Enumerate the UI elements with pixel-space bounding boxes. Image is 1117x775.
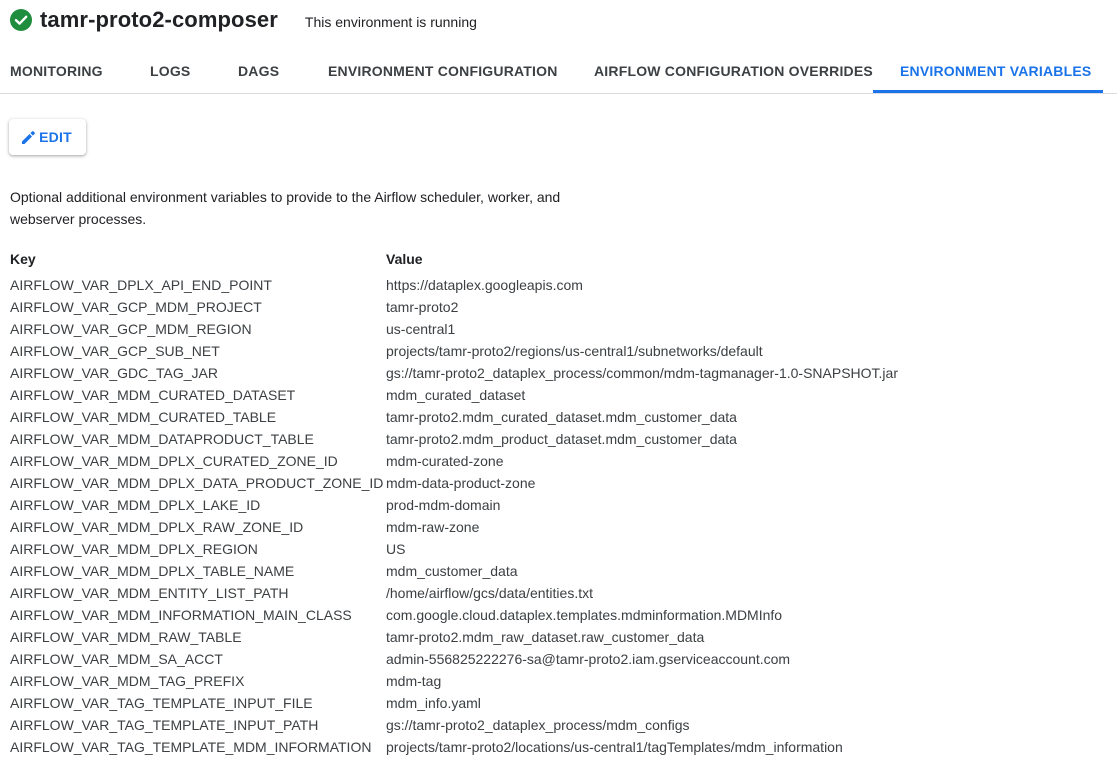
environment-title: tamr-proto2-composer: [40, 7, 278, 32]
active-tab-indicator: [873, 90, 1103, 93]
table-row: AIRFLOW_VAR_TAG_TEMPLATE_MDM_INFORMATION…: [10, 736, 1110, 758]
variable-value: prod-mdm-domain: [386, 497, 501, 513]
variable-value: us-central1: [386, 321, 456, 337]
variable-key: AIRFLOW_VAR_GCP_MDM_PROJECT: [10, 299, 262, 315]
table-row: AIRFLOW_VAR_MDM_TAG_PREFIX mdm-tag: [10, 670, 1110, 692]
variable-key: AIRFLOW_VAR_DPLX_API_END_POINT: [10, 277, 272, 293]
tab-environment-configuration[interactable]: ENVIRONMENT CONFIGURATION: [328, 50, 558, 93]
variable-value: /home/airflow/gcs/data/entities.txt: [386, 585, 593, 601]
pencil-icon: [21, 130, 36, 145]
table-row: AIRFLOW_VAR_MDM_DPLX_CURATED_ZONE_ID mdm-…: [10, 450, 1110, 472]
variable-key: AIRFLOW_VAR_MDM_ENTITY_LIST_PATH: [10, 585, 289, 601]
table-body: AIRFLOW_VAR_DPLX_API_END_POINT https://da…: [10, 274, 1110, 758]
tab-airflow-configuration-overrides[interactable]: AIRFLOW CONFIGURATION OVERRIDES: [594, 50, 873, 93]
variable-key: AIRFLOW_VAR_MDM_INFORMATION_MAIN_CLASS: [10, 607, 352, 623]
variable-key: AIRFLOW_VAR_TAG_TEMPLATE_INPUT_PATH: [10, 717, 319, 733]
variable-value: com.google.cloud.dataplex.templates.mdmi…: [386, 607, 783, 623]
variable-key: AIRFLOW_VAR_MDM_CURATED_DATASET: [10, 387, 296, 403]
variable-value: mdm-tag: [386, 673, 442, 689]
variable-value: gs://tamr-proto2_dataplex_process/common…: [386, 365, 898, 381]
table-row: AIRFLOW_VAR_MDM_DPLX_LAKE_ID prod-mdm-dom…: [10, 494, 1110, 516]
environment-variables-table: Key Value AIRFLOW_VAR_DPLX_API_END_POINT…: [10, 248, 1110, 758]
table-row: AIRFLOW_VAR_GCP_SUB_NET projects/tamr-pro…: [10, 340, 1110, 362]
variable-key: AIRFLOW_VAR_MDM_DPLX_LAKE_ID: [10, 497, 261, 513]
variable-value: mdm_customer_data: [386, 563, 518, 579]
edit-button-label: EDIT: [39, 129, 72, 145]
tab-bar: MONITORING LOGS DAGS ENVIRONMENT CONFIGU…: [0, 50, 1117, 94]
table-row: AIRFLOW_VAR_MDM_DPLX_REGION US: [10, 538, 1110, 560]
variable-value: tamr-proto2.mdm_product_dataset.mdm_cust…: [386, 431, 737, 447]
variable-key: AIRFLOW_VAR_MDM_DPLX_RAW_ZONE_ID: [10, 519, 304, 535]
table-row: AIRFLOW_VAR_MDM_DPLX_RAW_ZONE_ID mdm-raw-…: [10, 516, 1110, 538]
variable-value: mdm-curated-zone: [386, 453, 504, 469]
table-row: AIRFLOW_VAR_MDM_CURATED_TABLE tamr-proto2…: [10, 406, 1110, 428]
variable-value: tamr-proto2: [386, 299, 459, 315]
variable-key: AIRFLOW_VAR_MDM_SA_ACCT: [10, 651, 223, 667]
variable-key: AIRFLOW_VAR_GCP_MDM_REGION: [10, 321, 252, 337]
table-row: AIRFLOW_VAR_DPLX_API_END_POINT https://da…: [10, 274, 1110, 296]
table-row: AIRFLOW_VAR_TAG_TEMPLATE_INPUT_PATH gs://…: [10, 714, 1110, 736]
tab-logs[interactable]: LOGS: [150, 50, 190, 93]
environment-variables-description: Optional additional environment variable…: [10, 189, 561, 227]
variable-value: mdm_curated_dataset: [386, 387, 526, 403]
edit-button[interactable]: EDIT: [9, 119, 86, 155]
table-header: Key Value: [10, 248, 1110, 270]
variable-key: AIRFLOW_VAR_GDC_TAG_JAR: [10, 365, 218, 381]
variable-key: AIRFLOW_VAR_MDM_TAG_PREFIX: [10, 673, 245, 689]
variable-value: admin-556825222276-sa@tamr-proto2.iam.gs…: [386, 651, 791, 667]
table-row: AIRFLOW_VAR_GCP_MDM_REGION us-central1: [10, 318, 1110, 340]
variable-key: AIRFLOW_VAR_GCP_SUB_NET: [10, 343, 220, 359]
table-row: AIRFLOW_VAR_GDC_TAG_JAR gs://tamr-proto2_…: [10, 362, 1110, 384]
environment-header: tamr-proto2-composer This environment is…: [10, 6, 477, 34]
value-column-header: Value: [386, 251, 423, 267]
variable-key: AIRFLOW_VAR_MDM_DPLX_CURATED_ZONE_ID: [10, 453, 338, 469]
table-row: AIRFLOW_VAR_MDM_SA_ACCT admin-55682522227…: [10, 648, 1110, 670]
tab-monitoring[interactable]: MONITORING: [10, 50, 103, 93]
tab-environment-variables[interactable]: ENVIRONMENT VARIABLES: [900, 50, 1091, 93]
table-row: AIRFLOW_VAR_MDM_DPLX_DATA_PRODUCT_ZONE_I…: [10, 472, 1110, 494]
variable-key: AIRFLOW_VAR_MDM_DPLX_TABLE_NAME: [10, 563, 295, 579]
variable-key: AIRFLOW_VAR_MDM_RAW_TABLE: [10, 629, 242, 645]
variable-key: AIRFLOW_VAR_MDM_CURATED_TABLE: [10, 409, 277, 425]
table-row: AIRFLOW_VAR_MDM_CURATED_DATASET mdm_curat…: [10, 384, 1110, 406]
table-row: AIRFLOW_VAR_MDM_INFORMATION_MAIN_CLASS co…: [10, 604, 1110, 626]
table-row: AIRFLOW_VAR_TAG_TEMPLATE_INPUT_FILE mdm_i…: [10, 692, 1110, 714]
variable-value: projects/tamr-proto2/locations/us-centra…: [386, 739, 843, 755]
table-row: AIRFLOW_VAR_GCP_MDM_PROJECT tamr-proto2: [10, 296, 1110, 318]
variable-key: AIRFLOW_VAR_MDM_DPLX_DATA_PRODUCT_ZONE_I…: [10, 475, 384, 491]
variable-value: tamr-proto2.mdm_raw_dataset.raw_customer…: [386, 629, 705, 645]
variable-value: mdm-data-product-zone: [386, 475, 536, 491]
variable-value: mdm-raw-zone: [386, 519, 480, 535]
table-row: AIRFLOW_VAR_MDM_RAW_TABLE tamr-proto2.mdm…: [10, 626, 1110, 648]
table-row: AIRFLOW_VAR_MDM_DPLX_TABLE_NAME mdm_custo…: [10, 560, 1110, 582]
table-row: AIRFLOW_VAR_MDM_DATAPRODUCT_TABLE tamr-pr…: [10, 428, 1110, 450]
variable-value: mdm_info.yaml: [386, 695, 481, 711]
variable-value: tamr-proto2.mdm_curated_dataset.mdm_cust…: [386, 409, 737, 425]
variable-key: AIRFLOW_VAR_TAG_TEMPLATE_MDM_INFORMATION: [10, 739, 372, 755]
table-row: AIRFLOW_VAR_MDM_ENTITY_LIST_PATH/home/ai…: [10, 582, 1110, 604]
check-circle-icon: [10, 9, 32, 31]
variable-value: https://dataplex.googleapis.com: [386, 277, 583, 293]
variable-value: gs://tamr-proto2_dataplex_process/mdm_co…: [386, 717, 690, 733]
variable-key: AIRFLOW_VAR_MDM_DPLX_REGION: [10, 541, 258, 557]
environment-status-text: This environment is running: [304, 14, 477, 30]
variable-value: US: [386, 541, 406, 557]
variable-key: AIRFLOW_VAR_MDM_DATAPRODUCT_TABLE: [10, 431, 314, 447]
variable-key: AIRFLOW_VAR_TAG_TEMPLATE_INPUT_FILE: [10, 695, 313, 711]
key-column-header: Key: [10, 251, 36, 267]
variable-value: projects/tamr-proto2/regions/us-central1…: [386, 343, 763, 359]
tab-dags[interactable]: DAGS: [238, 50, 279, 93]
